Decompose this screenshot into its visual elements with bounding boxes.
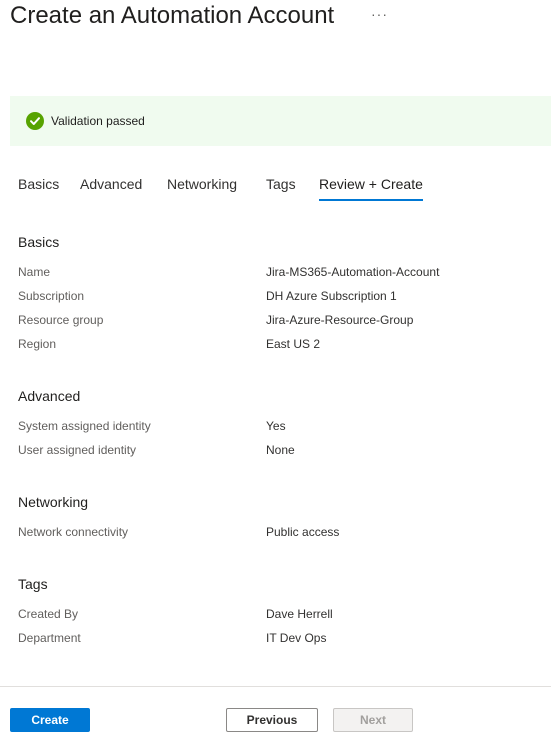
row-label-user-identity: User assigned identity xyxy=(18,443,137,457)
more-options-icon[interactable]: ··· xyxy=(371,6,388,22)
page-title: Create an Automation Account xyxy=(10,2,335,29)
section-title-tags: Tags xyxy=(18,576,48,592)
row-label-created-by: Created By xyxy=(18,607,79,621)
section-title-advanced: Advanced xyxy=(18,388,81,404)
row-label-department: Department xyxy=(18,631,81,645)
row-value-network-connectivity: Public access xyxy=(266,525,340,539)
active-tab-underline xyxy=(319,199,423,201)
row-label-name: Name xyxy=(18,265,51,279)
create-button[interactable]: Create xyxy=(10,708,90,732)
row-label-subscription: Subscription xyxy=(18,289,85,303)
validation-message: Validation passed xyxy=(51,114,145,128)
row-value-user-identity: None xyxy=(266,443,295,457)
row-label-resource-group: Resource group xyxy=(18,313,104,327)
tab-networking[interactable]: Networking xyxy=(167,176,237,202)
tab-basics[interactable]: Basics xyxy=(18,176,59,202)
row-value-created-by: Dave Herrell xyxy=(266,607,333,621)
tab-bar: Basics Advanced Networking Tags Review +… xyxy=(18,176,551,204)
footer-divider xyxy=(0,686,551,687)
validation-banner: Validation passed xyxy=(10,96,551,146)
row-value-region: East US 2 xyxy=(266,337,321,351)
row-value-subscription: DH Azure Subscription 1 xyxy=(266,289,397,303)
tab-tags[interactable]: Tags xyxy=(266,176,296,202)
tab-review-create[interactable]: Review + Create xyxy=(319,176,423,202)
row-label-region: Region xyxy=(18,337,57,351)
next-button: Next xyxy=(333,708,413,732)
section-title-basics: Basics xyxy=(18,234,60,250)
check-circle-icon xyxy=(26,112,44,130)
row-label-network-connectivity: Network connectivity xyxy=(18,525,129,539)
row-value-resource-group: Jira-Azure-Resource-Group xyxy=(266,313,414,327)
row-value-system-identity: Yes xyxy=(266,419,286,433)
previous-button[interactable]: Previous xyxy=(226,708,318,732)
row-label-system-identity: System assigned identity xyxy=(18,419,151,433)
row-value-name: Jira-MS365-Automation-Account xyxy=(266,265,440,279)
row-value-department: IT Dev Ops xyxy=(266,631,327,645)
tab-advanced[interactable]: Advanced xyxy=(80,176,142,202)
section-title-networking: Networking xyxy=(18,494,89,510)
